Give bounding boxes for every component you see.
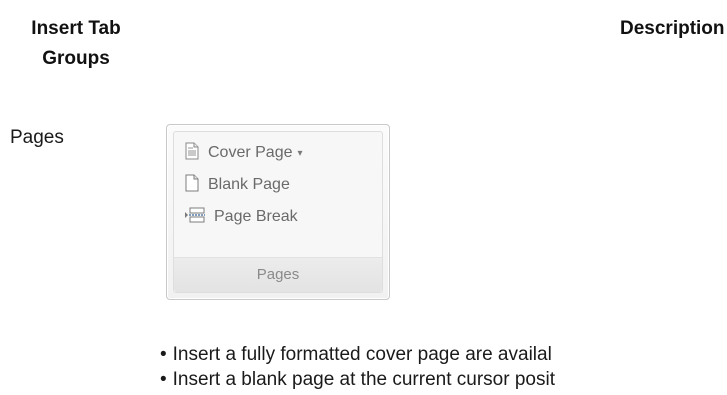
description-bullets: • Insert a fully formatted cover page are… <box>160 342 555 392</box>
page-break-icon <box>184 206 206 229</box>
ribbon-group-label: Pages <box>174 257 382 292</box>
blank-page-button[interactable]: Blank Page <box>184 172 290 198</box>
bullet-item: • Insert a blank page at the current curs… <box>160 367 555 392</box>
ribbon-pages-group: Cover Page ▾ Blank Page Page Break Pages <box>166 124 390 300</box>
row-label-pages: Pages <box>10 127 64 148</box>
bullet-item: • Insert a fully formatted cover page are… <box>160 342 555 367</box>
bullet-icon: • <box>160 369 167 390</box>
bullet-icon: • <box>160 344 167 365</box>
bullet-text: Insert a fully formatted cover page are … <box>172 344 552 365</box>
cover-page-button[interactable]: Cover Page ▾ <box>184 140 303 166</box>
ribbon-pages-panel: Cover Page ▾ Blank Page Page Break Pages <box>173 131 383 293</box>
page-break-label: Page Break <box>214 208 298 225</box>
blank-page-label: Blank Page <box>208 176 290 193</box>
bullet-text: Insert a blank page at the current curso… <box>172 369 555 390</box>
cover-page-label: Cover Page <box>208 144 293 161</box>
header-description: Description <box>620 18 725 39</box>
chevron-down-icon[interactable]: ▾ <box>298 148 303 159</box>
header-insert-tab-groups: Insert Tab Groups <box>31 18 121 69</box>
blank-page-icon <box>184 174 200 197</box>
page-break-button[interactable]: Page Break <box>184 204 298 230</box>
cover-page-icon <box>184 142 200 165</box>
